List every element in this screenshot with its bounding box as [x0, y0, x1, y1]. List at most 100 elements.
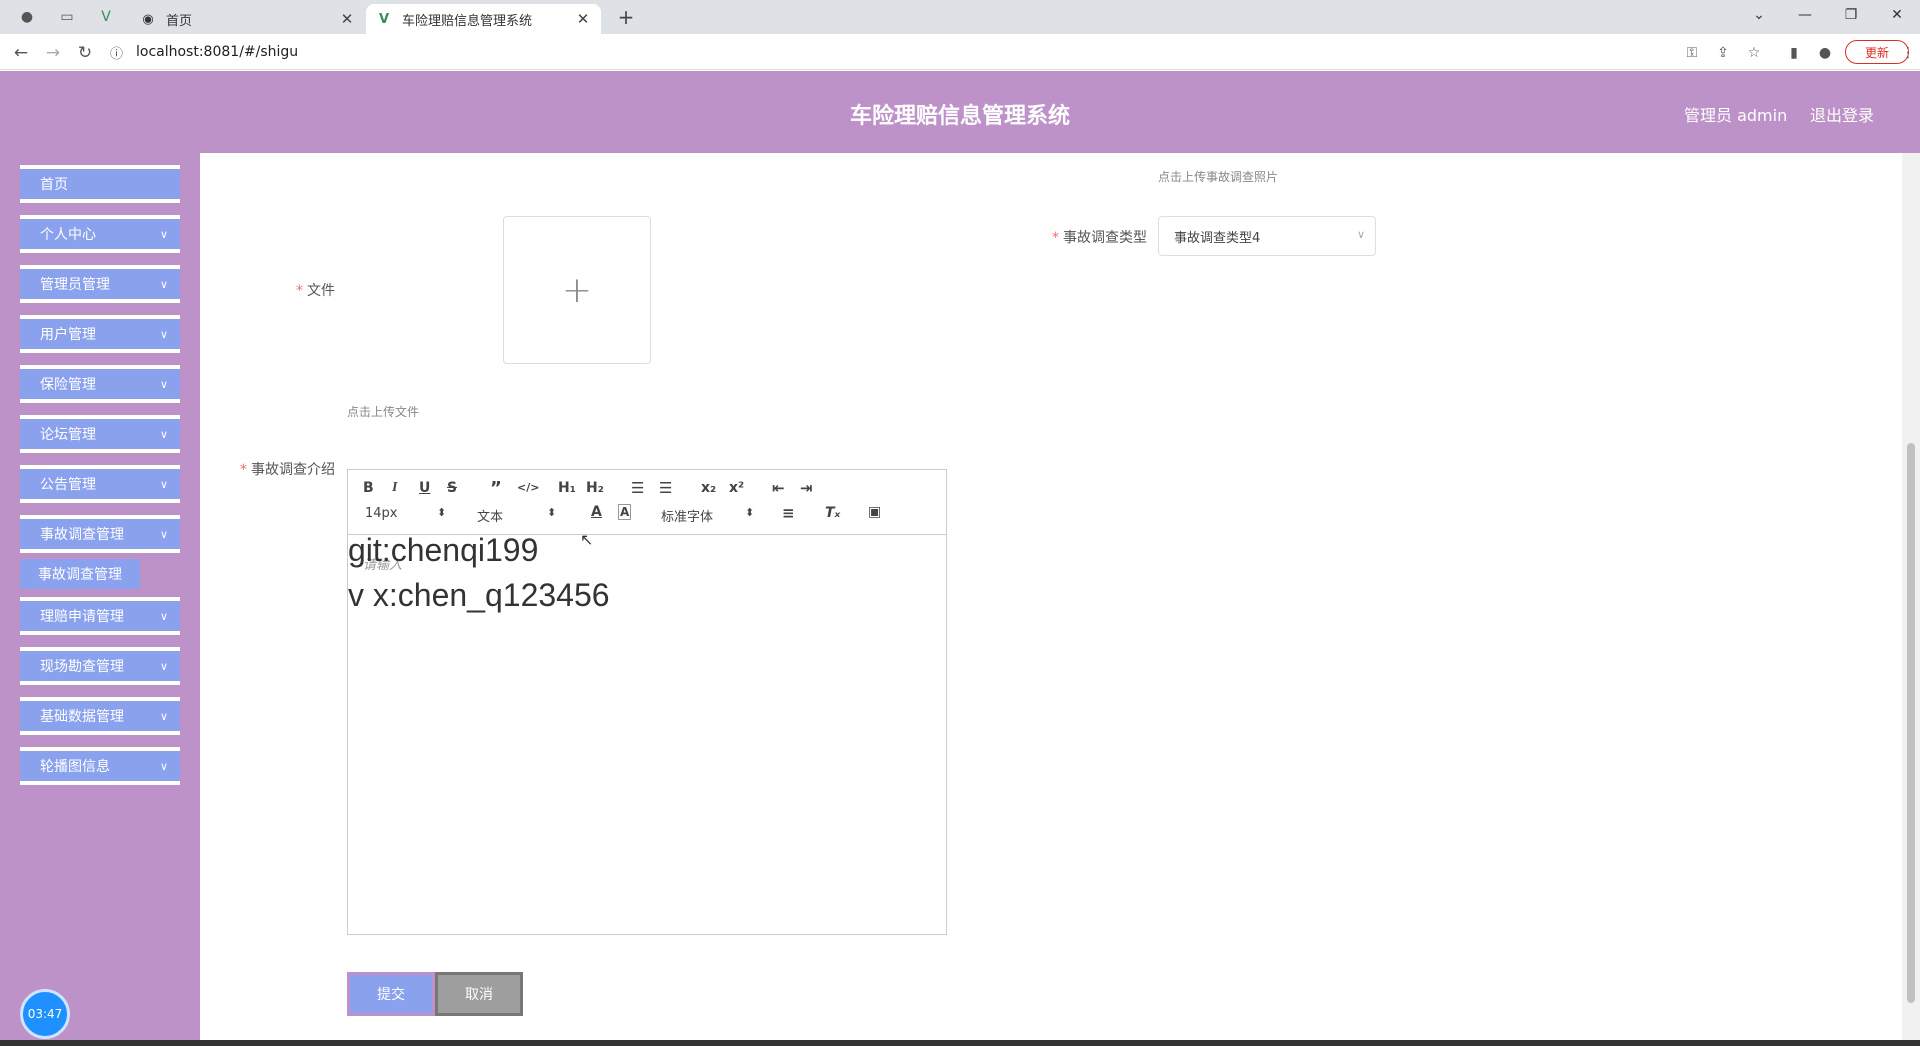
back-icon[interactable]: ← — [9, 41, 33, 65]
star-icon[interactable]: ☆ — [1743, 42, 1765, 64]
strike-icon[interactable]: S — [447, 480, 457, 496]
code-icon[interactable]: </> — [517, 481, 539, 494]
file-label-text: 文件 — [307, 283, 335, 299]
indent-icon[interactable]: ⇥ — [800, 479, 813, 497]
bullet-list-icon[interactable]: ☰ — [659, 479, 672, 497]
sidebar-item-forum[interactable]: 论坛管理 ∨ — [20, 415, 180, 453]
sidebar: 首页 个人中心 ∨ 管理员管理 ∨ 用户管理 ∨ 保险管理 ∨ 论坛管理 ∨ 公告管理 ∨ … — [0, 153, 200, 1046]
vue-icon[interactable]: V — [95, 6, 117, 28]
sidebar-item-accident[interactable]: 事故调查管理 ∨ — [20, 515, 180, 553]
github-icon[interactable]: ● — [16, 6, 38, 28]
background-color-icon[interactable]: A — [618, 504, 632, 520]
restore-icon[interactable]: ❐ — [1828, 0, 1874, 30]
updown-icon: ⬍ — [547, 506, 557, 519]
bold-icon[interactable]: B — [363, 480, 374, 496]
sidebar-item-label: 轮播图信息 — [40, 759, 110, 775]
profile-icon[interactable]: ● — [1814, 42, 1836, 64]
cancel-button[interactable]: 取消 — [435, 972, 523, 1016]
intro-label: * 事故调查介绍 — [240, 459, 335, 479]
h1-icon[interactable]: H₁ — [558, 480, 576, 496]
close-icon[interactable]: ✕ — [339, 10, 355, 28]
chevron-down-icon: ∨ — [159, 478, 168, 491]
chevron-down-icon: ∨ — [159, 428, 168, 441]
editor-toolbar: B I U S ” </> H₁ H₂ ☰ ☰ x₂ x² ⇤ ⇥ 14px ⬍… — [348, 470, 946, 535]
sidebar-item-label: 首页 — [40, 177, 68, 193]
required-mark: * — [1052, 230, 1059, 246]
sidebar-item-label: 保险管理 — [40, 377, 96, 393]
subscript-icon[interactable]: x₂ — [701, 480, 716, 496]
submenu-accident-management[interactable]: 事故调查管理 — [20, 559, 140, 589]
tab-label: 首页 — [166, 13, 193, 29]
submit-button[interactable]: 提交 — [347, 972, 435, 1016]
required-mark: * — [296, 283, 303, 299]
font-color-icon[interactable]: A — [591, 504, 602, 520]
editor-content[interactable]: 请输入 git:chenqi199 v x:chen_q123456 — [348, 532, 946, 934]
page-scrollbar[interactable] — [1902, 153, 1920, 1040]
globe-icon: ◉ — [142, 11, 154, 27]
font-size-value: 14px — [365, 506, 398, 521]
sidebar-item-base-data[interactable]: 基础数据管理 ∨ — [20, 697, 180, 735]
reload-icon[interactable]: ↻ — [73, 41, 97, 65]
menu-dots-icon[interactable]: ⋮ — [1897, 42, 1919, 64]
forward-icon[interactable]: → — [41, 41, 65, 65]
sidebar-item-home[interactable]: 首页 — [20, 165, 180, 203]
sidebar-item-claims[interactable]: 理赔申请管理 ∨ — [20, 597, 180, 635]
chevron-down-icon: ∨ — [159, 710, 168, 723]
italic-icon[interactable]: I — [392, 480, 397, 496]
sidebar-item-profile[interactable]: 个人中心 ∨ — [20, 215, 180, 253]
sidebar-item-label: 事故调查管理 — [40, 527, 124, 543]
block-format-select[interactable]: 文本 ⬍ — [477, 506, 561, 525]
font-family-select[interactable]: 标准字体 ⬍ — [661, 506, 757, 525]
sidebar-item-label: 个人中心 — [40, 227, 96, 243]
tab-label: 车险理赔信息管理系统 — [402, 13, 533, 29]
tab-system[interactable]: V 车险理赔信息管理系统 ✕ — [366, 4, 601, 34]
clear-format-icon[interactable]: Tₓ — [825, 505, 840, 521]
minimize-icon[interactable]: — — [1782, 0, 1828, 30]
mouse-cursor-icon: ↖ — [580, 530, 594, 549]
url-field[interactable]: ⓘ localhost:8081/#/shigu — [110, 38, 1670, 66]
font-family-value: 标准字体 — [661, 510, 714, 525]
logout-link[interactable]: 退出登录 — [1810, 102, 1874, 126]
file-label: * 文件 — [296, 280, 335, 300]
sidepanel-icon[interactable]: ▮ — [1783, 42, 1805, 64]
h2-icon[interactable]: H₂ — [586, 480, 604, 496]
required-mark: * — [240, 462, 247, 478]
sidebar-item-users[interactable]: 用户管理 ∨ — [20, 315, 180, 353]
vue-icon: V — [378, 11, 390, 27]
sidebar-item-survey[interactable]: 现场勘查管理 ∨ — [20, 647, 180, 685]
close-window-icon[interactable]: ✕ — [1874, 0, 1920, 30]
updown-icon: ⬍ — [437, 506, 447, 519]
font-size-select[interactable]: 14px ⬍ — [365, 506, 449, 521]
block-format-value: 文本 — [477, 510, 504, 525]
editor-line: v x:chen_q123456 — [348, 577, 610, 613]
new-tab-button[interactable]: + — [614, 5, 638, 29]
scrollbar-thumb[interactable] — [1907, 443, 1915, 1003]
clock-badge[interactable]: 03:47 — [20, 989, 70, 1039]
sidebar-item-admins[interactable]: 管理员管理 ∨ — [20, 265, 180, 303]
file-upload-box[interactable]: + — [503, 216, 651, 364]
tab-search-icon[interactable]: ⌄ — [1736, 0, 1782, 30]
current-user: 管理员 admin — [1684, 106, 1788, 125]
url-text: localhost:8081/#/shigu — [136, 44, 299, 60]
align-icon[interactable]: ≡ — [782, 504, 795, 522]
blockquote-icon[interactable]: ” — [490, 478, 502, 499]
share-icon[interactable]: ⇪ — [1712, 42, 1734, 64]
superscript-icon[interactable]: x² — [729, 480, 744, 496]
ordered-list-icon[interactable]: ☰ — [631, 479, 644, 497]
tab-home[interactable]: ◉ 首页 ✕ — [130, 4, 365, 34]
key-icon[interactable]: ⚿ — [1681, 42, 1703, 64]
type-label-text: 事故调查类型 — [1063, 230, 1147, 246]
image-icon[interactable]: ▣ — [868, 504, 881, 520]
intro-label-text: 事故调查介绍 — [251, 462, 335, 478]
underline-icon[interactable]: U — [419, 480, 430, 496]
file-upload-hint: 点击上传文件 — [347, 405, 420, 419]
sidebar-item-notices[interactable]: 公告管理 ∨ — [20, 465, 180, 503]
outdent-icon[interactable]: ⇤ — [772, 479, 785, 497]
accident-type-select[interactable]: 事故调查类型4 ∨ — [1158, 216, 1376, 256]
close-icon[interactable]: ✕ — [575, 10, 591, 28]
blank-page-icon[interactable]: ▭ — [56, 6, 78, 28]
info-icon[interactable]: ⓘ — [110, 43, 128, 62]
sidebar-item-insurance[interactable]: 保险管理 ∨ — [20, 365, 180, 403]
sidebar-item-carousel[interactable]: 轮播图信息 ∨ — [20, 747, 180, 785]
app-header: 车险理赔信息管理系统 管理员 admin 退出登录 — [0, 71, 1920, 153]
